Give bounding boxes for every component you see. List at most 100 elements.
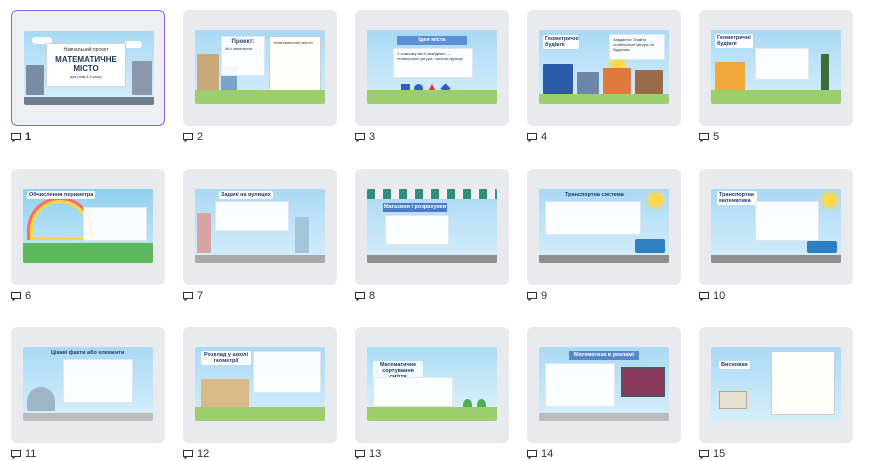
slide-number: 1 bbox=[25, 131, 32, 143]
slide-label-10: 10 bbox=[699, 290, 725, 302]
comment-slide-icon bbox=[527, 132, 537, 142]
slide-card-6[interactable]: Обчислення периметра bbox=[11, 169, 165, 285]
slide-label-4: 4 bbox=[527, 131, 547, 143]
slide-label-1: 1 bbox=[11, 131, 31, 143]
slide-15-title: Висновки bbox=[719, 361, 750, 369]
slide-1-title: Навчальний проект bbox=[63, 47, 109, 53]
slide-7-title: Задачі на вулицях bbox=[219, 191, 273, 199]
slide-1-note: для учнів 4-А класу bbox=[70, 75, 102, 79]
slide-number: 2 bbox=[197, 131, 204, 143]
slide-number: 10 bbox=[713, 290, 726, 302]
slide-number: 14 bbox=[541, 448, 554, 460]
slide-label-15: 15 bbox=[699, 448, 725, 460]
comment-slide-icon bbox=[527, 291, 537, 301]
slide-14-title: Математика в рекламі bbox=[569, 351, 639, 360]
slide-card-9[interactable]: Транспортна система bbox=[527, 169, 681, 285]
slide-card-12[interactable]: Розклад у школі геометрії bbox=[183, 327, 337, 443]
slide-sorter-grid: Навчальний проект МАТЕМАТИЧНЕ МІСТО для … bbox=[0, 0, 878, 461]
comment-slide-icon bbox=[11, 449, 21, 459]
slide-thumbnail: Математика в рекламі bbox=[539, 347, 669, 421]
slide-number: 8 bbox=[369, 290, 376, 302]
slide-label-5: 5 bbox=[699, 131, 719, 143]
slide-3-title: Ідея міста bbox=[397, 36, 467, 45]
slide-thumbnail: Задачі на вулицях bbox=[195, 189, 325, 263]
slide-card-15[interactable]: Висновки bbox=[699, 327, 853, 443]
slide-number: 7 bbox=[197, 290, 204, 302]
comment-slide-icon bbox=[183, 132, 193, 142]
slide-thumbnail: Проект: Мої запитання «Математичне місто… bbox=[195, 30, 325, 104]
slide-card-11[interactable]: Цікаві факти або елементи bbox=[11, 327, 165, 443]
slide-card-8[interactable]: Магазини і розрахунки bbox=[355, 169, 509, 285]
slide-thumbnail: Цікаві факти або елементи bbox=[23, 347, 153, 421]
slide-card-5[interactable]: Геометричні будівлі bbox=[699, 10, 853, 126]
slide-number: 15 bbox=[713, 448, 726, 460]
slide-thumbnail: Розклад у школі геометрії bbox=[195, 347, 325, 421]
slide-thumbnail: Обчислення периметра bbox=[23, 189, 153, 263]
slide-thumbnail: Ідея міста У кожному місті знайдемо — ге… bbox=[367, 30, 497, 104]
slide-card-1[interactable]: Навчальний проект МАТЕМАТИЧНЕ МІСТО для … bbox=[11, 10, 165, 126]
comment-slide-icon bbox=[183, 449, 193, 459]
slide-number: 9 bbox=[541, 290, 548, 302]
slide-5-title: Геометричні будівлі bbox=[715, 34, 753, 48]
slide-card-4[interactable]: Геометричні будівлі Завдання: Знайти гео… bbox=[527, 10, 681, 126]
slide-6-title: Обчислення периметра bbox=[27, 191, 96, 199]
slide-9-title: Транспортна система bbox=[565, 192, 624, 198]
slide-card-2[interactable]: Проект: Мої запитання «Математичне місто… bbox=[183, 10, 337, 126]
slide-label-13: 13 bbox=[355, 448, 381, 460]
slide-label-3: 3 bbox=[355, 131, 375, 143]
slide-2-note: «Математичне місто» bbox=[273, 40, 314, 45]
comment-slide-icon bbox=[699, 449, 709, 459]
comment-slide-icon bbox=[527, 449, 537, 459]
comment-slide-icon bbox=[355, 449, 365, 459]
slide-card-10[interactable]: Транспортна математика bbox=[699, 169, 853, 285]
slide-2-subtitle: Мої запитання bbox=[225, 46, 252, 51]
slide-card-14[interactable]: Математика в рекламі bbox=[527, 327, 681, 443]
slide-label-12: 12 bbox=[183, 448, 209, 460]
slide-thumbnail: Транспортна система bbox=[539, 189, 669, 263]
slide-12-title: Розклад у школі геометрії bbox=[201, 351, 251, 365]
slide-13-title-line1: Математичне сортування bbox=[379, 362, 417, 374]
slide-4-note: Завдання: Знайти геометричні фігури на б… bbox=[609, 34, 665, 60]
slide-label-9: 9 bbox=[527, 290, 547, 302]
slide-thumbnail: Магазини і розрахунки bbox=[367, 189, 497, 263]
slide-thumbnail: Навчальний проект МАТЕМАТИЧНЕ МІСТО для … bbox=[24, 31, 154, 105]
slide-label-14: 14 bbox=[527, 448, 553, 460]
slide-label-11: 11 bbox=[11, 448, 36, 460]
slide-label-6: 6 bbox=[11, 290, 31, 302]
comment-slide-icon bbox=[699, 132, 709, 142]
slide-4-title: Геометричні будівлі bbox=[543, 35, 579, 49]
slide-thumbnail: Геометричні будівлі bbox=[711, 30, 841, 104]
slide-number: 3 bbox=[369, 131, 376, 143]
slide-label-7: 7 bbox=[183, 290, 203, 302]
slide-thumbnail: Геометричні будівлі Завдання: Знайти гео… bbox=[539, 30, 669, 104]
slide-label-8: 8 bbox=[355, 290, 375, 302]
slide-card-3[interactable]: Ідея міста У кожному місті знайдемо — ге… bbox=[355, 10, 509, 126]
slide-label-2: 2 bbox=[183, 131, 203, 143]
slide-1-subtitle: МАТЕМАТИЧНЕ МІСТО bbox=[55, 55, 117, 73]
slide-10-title: Транспортна математика bbox=[717, 191, 757, 205]
slide-number: 6 bbox=[25, 290, 32, 302]
comment-slide-icon bbox=[183, 291, 193, 301]
comment-slide-icon bbox=[355, 291, 365, 301]
slide-number: 11 bbox=[25, 448, 37, 460]
slide-thumbnail: Математичне сортуваннясміття bbox=[367, 347, 497, 421]
comment-slide-icon bbox=[699, 291, 709, 301]
slide-8-title: Магазини і розрахунки bbox=[383, 203, 447, 212]
slide-11-title: Цікаві факти або елементи bbox=[51, 350, 125, 356]
comment-slide-icon bbox=[355, 132, 365, 142]
slide-card-13[interactable]: Математичне сортуваннясміття bbox=[355, 327, 509, 443]
comment-slide-icon bbox=[11, 132, 21, 142]
slide-thumbnail: Транспортна математика bbox=[711, 189, 841, 263]
slide-number: 12 bbox=[197, 448, 210, 460]
slide-number: 4 bbox=[541, 131, 548, 143]
slide-2-title: Проект: bbox=[231, 39, 255, 45]
slide-number: 13 bbox=[369, 448, 382, 460]
slide-title-sign: Навчальний проект МАТЕМАТИЧНЕ МІСТО для … bbox=[46, 43, 126, 87]
slide-notebook: «Математичне місто» bbox=[269, 36, 321, 96]
slide-12-title-line2: геометрії bbox=[213, 358, 239, 364]
slide-3-note: У кожному місті знайдемо — геометричні ф… bbox=[393, 48, 473, 78]
slide-card-7[interactable]: Задачі на вулицях bbox=[183, 169, 337, 285]
slide-number: 5 bbox=[713, 131, 720, 143]
comment-slide-icon bbox=[11, 291, 21, 301]
slide-thumbnail: Висновки bbox=[711, 347, 841, 421]
